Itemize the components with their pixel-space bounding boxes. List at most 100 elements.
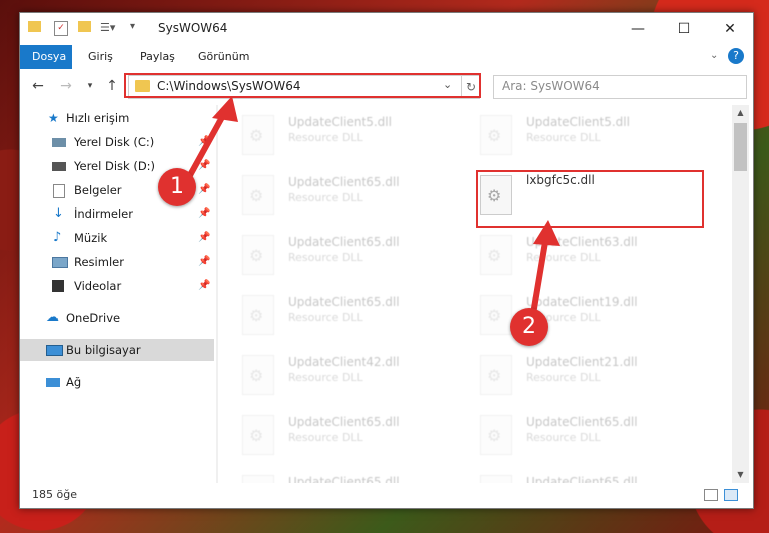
file-name: UpdateClient5.dll <box>288 115 392 129</box>
tab-view[interactable]: Görünüm <box>186 45 261 69</box>
recent-locations-icon[interactable]: ▾ <box>80 77 100 95</box>
file-name: UpdateClient65.dll <box>288 415 400 429</box>
back-arrow-icon[interactable]: ← <box>28 77 48 95</box>
music-icon: ♪ <box>53 230 62 245</box>
up-arrow-icon[interactable]: ↑ <box>102 77 122 95</box>
file-name: UpdateClient65.dll <box>288 235 400 249</box>
pin-icon[interactable]: 📌 <box>198 275 210 297</box>
tab-share[interactable]: Paylaş <box>128 45 187 69</box>
sidebar-item-pictures[interactable]: Resimler 📌 <box>20 251 214 273</box>
dll-file-icon <box>242 235 274 275</box>
pin-icon[interactable]: 📌 <box>198 131 210 153</box>
file-item[interactable]: UpdateClient65.dll Resource DLL <box>220 289 450 341</box>
sidebar-item-this-pc[interactable]: Bu bilgisayar <box>20 339 214 361</box>
file-name: UpdateClient42.dll <box>288 355 400 369</box>
dll-file-icon <box>242 115 274 155</box>
computer-icon <box>46 345 63 356</box>
pin-icon[interactable]: 📌 <box>198 155 210 177</box>
sidebar-item-label: OneDrive <box>66 311 121 325</box>
dll-file-icon <box>242 355 274 395</box>
network-icon <box>46 378 60 387</box>
file-item[interactable]: UpdateClient65.dll Resource DLL <box>458 409 688 461</box>
sidebar-item-label: Ağ <box>66 375 82 389</box>
details-view-icon[interactable] <box>704 489 718 501</box>
dll-file-icon <box>242 475 274 483</box>
sidebar-item-label: Belgeler <box>74 183 122 197</box>
drive-icon <box>52 138 66 147</box>
sidebar-item-label: Resimler <box>74 255 124 269</box>
file-type: Resource DLL <box>526 431 601 444</box>
close-button[interactable]: ✕ <box>707 13 753 45</box>
file-type: Resource DLL <box>526 371 601 384</box>
window-title: SysWOW64 <box>158 21 228 35</box>
tab-home[interactable]: Giriş <box>76 45 125 69</box>
file-item[interactable]: UpdateClient19.dll Resource DLL <box>458 289 688 341</box>
file-item[interactable]: UpdateClient65.dll Resource DLL <box>458 469 688 483</box>
sidebar-item-label: Bu bilgisayar <box>66 343 141 357</box>
pin-icon[interactable]: 📌 <box>198 251 210 273</box>
file-item[interactable]: UpdateClient65.dll Resource DLL <box>220 229 450 281</box>
file-name: UpdateClient19.dll <box>526 295 638 309</box>
scroll-thumb[interactable] <box>734 123 747 171</box>
file-item[interactable]: UpdateClient21.dll Resource DLL <box>458 349 688 401</box>
file-item[interactable]: UpdateClient65.dll Resource DLL <box>220 409 450 461</box>
file-item[interactable]: UpdateClient65.dll Resource DLL <box>220 169 450 221</box>
scroll-up-icon[interactable]: ▲ <box>732 105 749 121</box>
sidebar-item-label: İndirmeler <box>74 207 133 221</box>
dll-file-icon <box>242 295 274 335</box>
file-name: UpdateClient63.dll <box>526 235 638 249</box>
file-type: Resource DLL <box>526 251 601 264</box>
sidebar-item-disk-c[interactable]: Yerel Disk (C:) 📌 <box>20 131 214 153</box>
sidebar-item-quick-access[interactable]: ★ Hızlı erişim <box>20 107 214 129</box>
customize-toolbar-icon[interactable]: ☰▾ <box>100 21 115 34</box>
help-icon[interactable]: ? <box>728 48 744 64</box>
file-item[interactable]: UpdateClient65.dll Resource DLL <box>220 469 450 483</box>
properties-icon[interactable]: ✓ <box>54 21 68 36</box>
file-name: UpdateClient65.dll <box>288 475 400 483</box>
sidebar-item-label: Müzik <box>74 231 108 245</box>
file-name: UpdateClient65.dll <box>288 175 400 189</box>
ribbon: Dosya Giriş Paylaş Görünüm ⌄ ? <box>20 45 753 70</box>
dll-file-icon <box>480 295 512 335</box>
vertical-scrollbar[interactable]: ▲ ▼ <box>732 105 749 483</box>
file-list: UpdateClient5.dll Resource DLL UpdateCli… <box>220 105 730 483</box>
file-name: UpdateClient21.dll <box>526 355 638 369</box>
maximize-button[interactable]: ☐ <box>661 13 707 45</box>
file-type: Resource DLL <box>288 431 363 444</box>
file-item[interactable]: UpdateClient63.dll Resource DLL <box>458 229 688 281</box>
minimize-button[interactable]: — <box>615 13 661 45</box>
sidebar-item-label: Hızlı erişim <box>66 111 130 125</box>
pin-icon[interactable]: 📌 <box>198 179 210 201</box>
file-item[interactable]: UpdateClient5.dll Resource DLL <box>458 109 688 161</box>
sidebar-item-downloads[interactable]: ↓ İndirmeler 📌 <box>20 203 214 225</box>
dll-file-icon <box>480 235 512 275</box>
search-input[interactable]: Ara: SysWOW64 <box>493 75 747 99</box>
pin-icon[interactable]: 📌 <box>198 203 210 225</box>
tiles-view-icon[interactable] <box>724 489 738 501</box>
file-item[interactable]: UpdateClient42.dll Resource DLL <box>220 349 450 401</box>
file-name: UpdateClient65.dll <box>526 415 638 429</box>
cloud-icon: ☁ <box>46 310 59 325</box>
sidebar-item-onedrive[interactable]: ☁ OneDrive <box>20 307 214 329</box>
sidebar-item-label: Yerel Disk (C:) <box>74 135 155 149</box>
video-icon <box>52 280 64 292</box>
forward-arrow-icon[interactable]: → <box>56 77 76 95</box>
status-bar: 185 öğe <box>20 483 753 508</box>
scroll-down-icon[interactable]: ▼ <box>732 467 749 483</box>
item-count: 185 öğe <box>32 488 77 501</box>
tab-file[interactable]: Dosya <box>20 45 72 69</box>
expand-ribbon-icon[interactable]: ⌄ <box>710 50 718 61</box>
drive-icon <box>52 162 66 171</box>
sidebar-item-videos[interactable]: Videolar 📌 <box>20 275 214 297</box>
pane-divider[interactable] <box>216 105 218 483</box>
new-folder-icon[interactable] <box>78 21 91 32</box>
chevron-down-icon[interactable]: ▾ <box>130 21 135 32</box>
sidebar-item-music[interactable]: ♪ Müzik 📌 <box>20 227 214 249</box>
search-placeholder[interactable]: Ara: SysWOW64 <box>502 79 600 93</box>
file-type: Resource DLL <box>288 191 363 204</box>
pin-icon[interactable]: 📌 <box>198 227 210 249</box>
step-2-badge: 2 <box>510 308 548 346</box>
sidebar-item-label: Yerel Disk (D:) <box>74 159 156 173</box>
sidebar-item-network[interactable]: Ağ <box>20 371 214 393</box>
file-item[interactable]: UpdateClient5.dll Resource DLL <box>220 109 450 161</box>
